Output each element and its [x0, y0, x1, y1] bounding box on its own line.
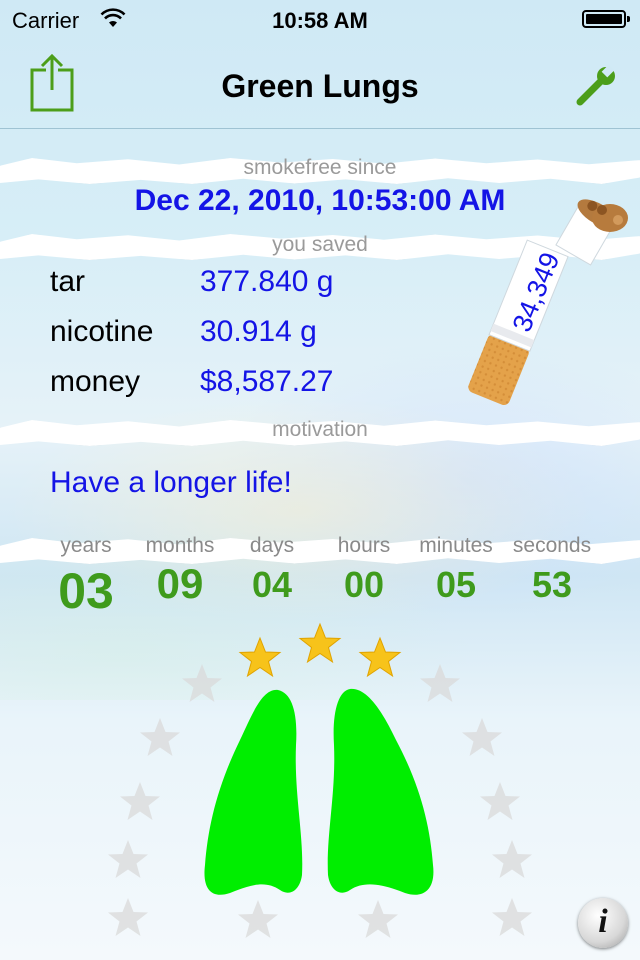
- star-empty-icon: [238, 900, 278, 938]
- tar-value: 377.840 g: [200, 265, 334, 298]
- years-value: 03: [58, 563, 114, 619]
- star-empty-icon: [120, 782, 160, 820]
- page-title: Green Lungs: [221, 68, 419, 104]
- smokefree-label: smokefree since: [243, 156, 397, 179]
- money-value: $8,587.27: [200, 365, 334, 398]
- days-value: 04: [251, 564, 293, 605]
- star-empty-icon: [492, 898, 532, 936]
- star-earned-icon: [298, 622, 342, 664]
- navigation-bar: Green Lungs: [0, 40, 640, 129]
- star-empty-icon: [140, 718, 180, 756]
- star-empty-icon: [480, 782, 520, 820]
- days-label: days: [249, 534, 295, 557]
- tar-label: tar: [50, 265, 86, 298]
- star-empty-icon: [108, 840, 148, 878]
- star-earned-icon: [238, 636, 282, 678]
- motivation-label: motivation: [272, 418, 368, 441]
- star-empty-icon: [358, 900, 398, 938]
- money-label: money: [50, 365, 141, 398]
- clock: 10:58 AM: [272, 8, 368, 33]
- motivation-text[interactable]: Have a longer life!: [50, 466, 292, 500]
- nicotine-label: nicotine: [50, 315, 154, 348]
- years-label: years: [60, 534, 112, 557]
- star-earned-icon: [358, 636, 402, 678]
- wrench-icon[interactable]: [574, 64, 618, 108]
- months-value: 09: [156, 560, 204, 607]
- info-glyph: i: [598, 903, 608, 940]
- star-empty-icon: [108, 898, 148, 936]
- minutes-value: 05: [435, 564, 477, 605]
- hours-value: 00: [343, 564, 385, 605]
- star-empty-icon: [492, 840, 532, 878]
- minutes-label: minutes: [419, 534, 493, 557]
- seconds-label: seconds: [512, 534, 592, 557]
- battery-icon: [582, 10, 630, 28]
- hours-label: hours: [337, 534, 391, 557]
- status-bar: Carrier 10:58 AM: [0, 0, 640, 40]
- nicotine-value: 30.914 g: [200, 315, 317, 348]
- months-label: months: [145, 534, 215, 557]
- lungs-icon: [204, 688, 434, 895]
- star-empty-icon: [462, 718, 502, 756]
- seconds-value: 53: [531, 564, 573, 605]
- info-button[interactable]: i: [578, 898, 628, 948]
